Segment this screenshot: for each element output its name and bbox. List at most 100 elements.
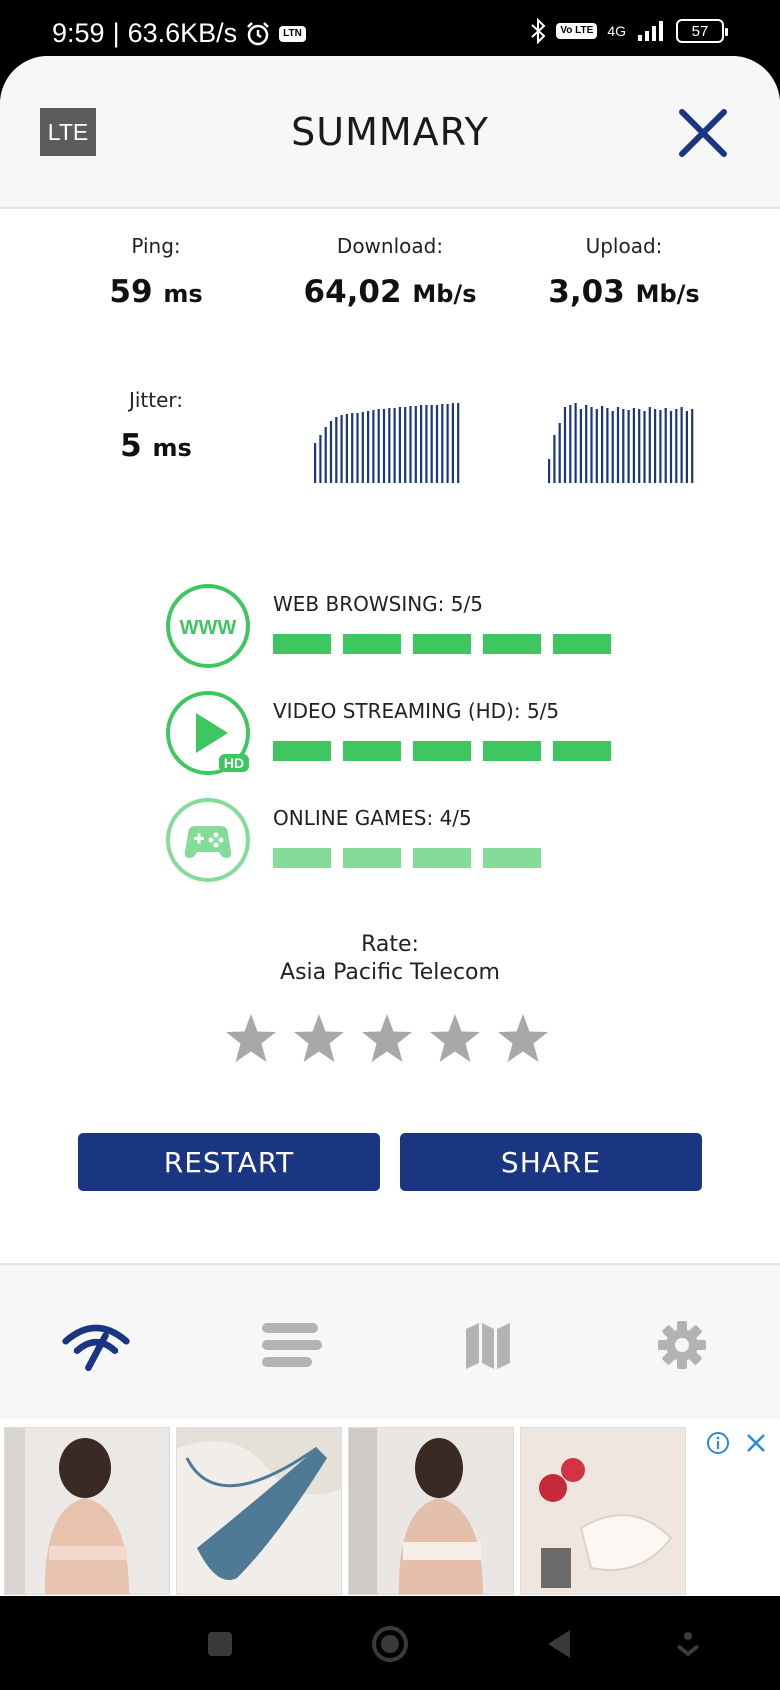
download-graph-bar	[404, 407, 407, 483]
download-graph-bar	[457, 403, 460, 483]
download-graph-bar	[356, 413, 359, 483]
star-3-icon[interactable]	[360, 1012, 414, 1066]
back-icon[interactable]	[540, 1624, 580, 1664]
upload-graph-bar	[563, 407, 567, 483]
network-speed: 63.6KB/s	[127, 18, 238, 48]
ping-metric: Ping: 59 ms	[36, 234, 276, 310]
download-graph-bar	[314, 443, 317, 483]
score-bar	[273, 848, 331, 868]
upload-graph-bar	[569, 405, 572, 483]
upload-graph-bar	[664, 408, 667, 483]
nav-map[interactable]	[452, 1315, 524, 1375]
recents-icon[interactable]	[200, 1624, 240, 1664]
download-graph-bar	[361, 412, 364, 483]
upload-graph-bar	[611, 411, 614, 483]
download-graph-bar	[398, 407, 401, 483]
home-icon[interactable]	[370, 1624, 410, 1664]
score-bar	[273, 634, 331, 654]
download-graph-bar	[451, 403, 454, 483]
alarm-icon	[247, 21, 270, 45]
quality-row-video-streaming: HD VIDEO STREAMING (HD): 5/5	[164, 689, 624, 779]
download-graph-bar	[372, 410, 375, 483]
download-graph-bar	[335, 417, 338, 483]
summary-header: LTE SUMMARY	[0, 56, 780, 209]
ad-image-lingerie-back[interactable]	[4, 1427, 170, 1595]
score-bar	[553, 741, 611, 761]
download-graph-bar	[319, 435, 322, 483]
ad-image-bra-back[interactable]	[348, 1427, 514, 1595]
ad-banner[interactable]	[0, 1419, 780, 1596]
bluetooth-icon	[531, 18, 546, 44]
android-nav-bar	[0, 1596, 780, 1690]
download-graph-bar	[446, 404, 449, 483]
upload-graph-bar	[590, 407, 593, 483]
gesture-down-icon[interactable]	[668, 1624, 708, 1664]
web-browsing-label: WEB BROWSING: 5/5	[273, 592, 483, 616]
score-bar	[483, 848, 541, 868]
quality-row-online-games: ONLINE GAMES: 4/5	[164, 796, 624, 886]
white-lace-roses-photo	[521, 1428, 685, 1594]
quality-row-web-browsing: WWW WEB BROWSING: 5/5	[164, 582, 624, 672]
download-graph-bar	[329, 421, 333, 483]
download-graph-bar	[430, 405, 433, 483]
upload-graph-bar	[648, 407, 651, 483]
ad-image-blue-lace[interactable]	[176, 1427, 342, 1595]
download-value: 64,02 Mb/s	[270, 274, 510, 310]
upload-graph-bar	[654, 409, 657, 483]
score-bar	[413, 741, 471, 761]
video-hd-icon: HD	[166, 691, 250, 775]
close-icon[interactable]	[676, 106, 730, 160]
upload-graph-bar	[579, 409, 582, 483]
www-icon: WWW	[166, 584, 250, 668]
upload-number: 3,03	[548, 274, 625, 310]
score-bar	[483, 741, 541, 761]
download-graph-bar	[409, 406, 412, 483]
battery-level: 57	[691, 22, 709, 40]
score-bar	[483, 634, 541, 654]
rate-provider: Asia Pacific Telecom	[280, 960, 500, 985]
download-graph-bar	[340, 415, 343, 483]
status-left: 9:59 | 63.6KB/s LTN	[52, 18, 306, 49]
upload-graph-bar	[574, 403, 577, 483]
star-4-icon[interactable]	[428, 1012, 482, 1066]
nav-speed-test[interactable]	[60, 1315, 132, 1375]
download-metric: Download: 64,02 Mb/s	[270, 234, 510, 310]
settings-gear-icon	[658, 1321, 706, 1369]
download-graph-bar	[388, 408, 391, 483]
status-separator: |	[112, 18, 120, 48]
share-button[interactable]: SHARE	[400, 1133, 702, 1191]
ad-image-white-lace-roses[interactable]	[520, 1427, 686, 1595]
ping-unit: ms	[163, 280, 203, 308]
lingerie-back-photo	[5, 1428, 169, 1594]
download-graph-bar	[382, 409, 386, 483]
online-games-score-bars	[273, 848, 541, 868]
download-unit: Mb/s	[412, 280, 477, 308]
download-graph-bar	[414, 406, 417, 483]
ad-close-icon[interactable]	[744, 1431, 768, 1455]
download-graph-bar	[420, 405, 423, 483]
map-icon	[466, 1323, 510, 1369]
ltn-badge: LTN	[279, 25, 306, 42]
video-streaming-label: VIDEO STREAMING (HD): 5/5	[273, 699, 560, 723]
page-title: SUMMARY	[291, 110, 489, 154]
nav-history[interactable]	[256, 1315, 328, 1375]
restart-button[interactable]: RESTART	[78, 1133, 380, 1191]
jitter-unit: ms	[152, 434, 192, 462]
score-bar	[413, 848, 471, 868]
jitter-metric: Jitter: 5 ms	[36, 388, 276, 464]
star-1-icon[interactable]	[224, 1012, 278, 1066]
download-graph-bar	[425, 405, 428, 483]
upload-unit: Mb/s	[635, 280, 700, 308]
blue-lace-panty-photo	[177, 1428, 341, 1594]
star-5-icon[interactable]	[496, 1012, 550, 1066]
nav-settings[interactable]	[646, 1315, 718, 1375]
upload-label: Upload:	[585, 234, 663, 258]
rate-label: Rate:	[361, 932, 419, 957]
upload-graph-bar	[675, 409, 678, 483]
star-2-icon[interactable]	[292, 1012, 346, 1066]
score-bar	[343, 848, 401, 868]
ping-number: 59	[109, 274, 153, 310]
ad-info-icon[interactable]	[706, 1431, 730, 1455]
gamepad-icon	[166, 798, 250, 882]
download-graph-bar	[377, 409, 380, 483]
